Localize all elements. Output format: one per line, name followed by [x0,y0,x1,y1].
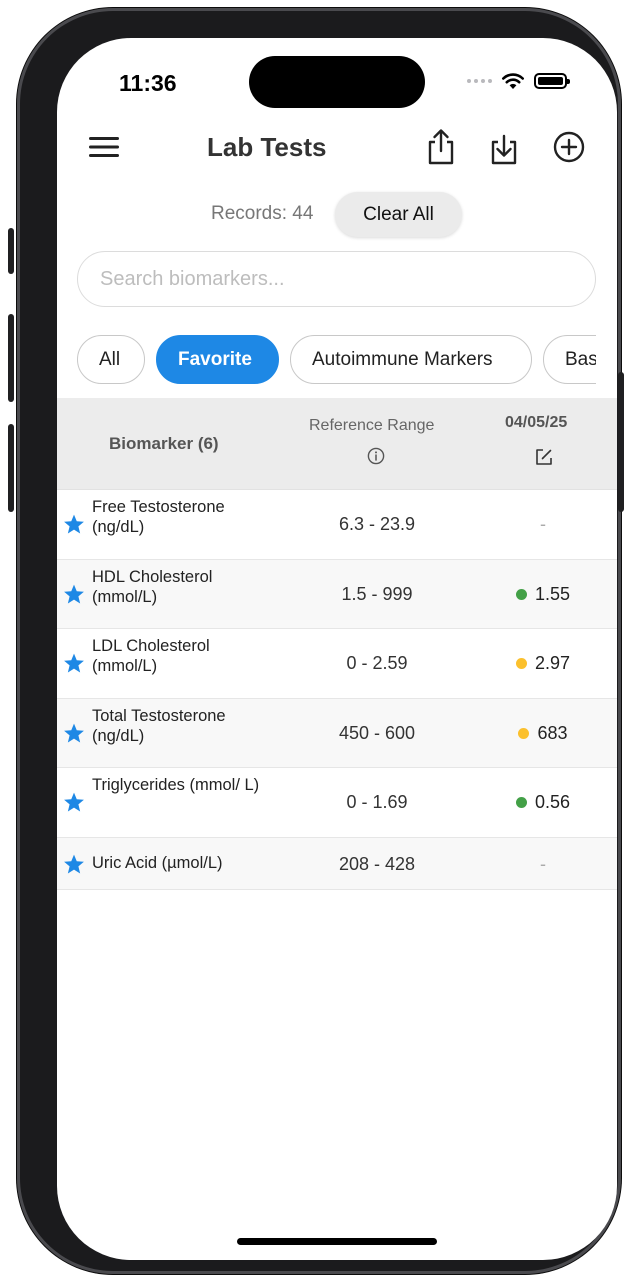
home-indicator [237,1238,437,1245]
table-row[interactable]: LDL Cholesterol (mmol/L) 0 - 2.59 2.97 [57,629,617,699]
result-value[interactable]: - [485,514,601,535]
result-value[interactable]: 0.56 [485,792,601,813]
reference-range: 0 - 2.59 [346,653,408,673]
status-dot-green [515,797,527,808]
filter-chips: All Favorite Autoimmune Markers Bas [77,334,596,386]
result-value[interactable]: 1.55 [485,584,601,605]
nav-bar: Lab Tests [57,120,617,176]
table-header: Biomarker (6) Reference Range 04/05/25 [57,398,617,490]
biomarker-name: Free Testosterone (ng/dL) [92,498,225,536]
star-icon[interactable] [63,583,85,605]
star-icon[interactable] [63,722,85,744]
biomarker-name: LDL Cholesterol (mmol/L) [92,637,210,675]
header-biomarker[interactable]: Biomarker (6) [109,434,219,454]
result-value[interactable]: - [485,854,601,875]
search-input[interactable] [77,251,596,307]
records-row: Records: 44 Clear All [57,190,617,238]
table-row[interactable]: Uric Acid (µmol/L) 208 - 428 - [57,837,617,890]
edit-icon[interactable] [534,447,554,467]
status-time: 11:36 [119,70,177,96]
reference-range: 6.3 - 23.9 [338,514,416,534]
biomarker-name: HDL Cholesterol (mmol/L) [92,567,213,606]
header-reference-range: Reference Range [309,417,435,434]
biomarker-name: Uric Acid (µmol/L) [92,853,223,872]
cellular-signal-icon [467,79,492,83]
download-icon[interactable] [486,128,522,166]
table-row[interactable]: HDL Cholesterol (mmol/L) 1.5 - 999 1.55 [57,559,617,629]
chip-autoimmune-markers[interactable]: Autoimmune Markers [290,335,532,384]
status-icons [467,72,570,90]
status-dot-green [515,588,527,600]
result-text: 1.55 [534,583,571,604]
chip-favorite[interactable]: Favorite [156,335,279,384]
info-icon[interactable] [367,447,385,465]
status-dot-yellow [518,727,530,739]
star-icon[interactable] [63,853,85,875]
action-button [8,228,14,274]
records-count: Records: 44 [211,203,314,224]
reference-range: 1.5 - 999 [341,583,413,604]
table-row[interactable]: Free Testosterone (ng/dL) 6.3 - 23.9 - [57,490,617,560]
biomarker-name: Triglycerides (mmol/ L) [92,776,260,794]
result-text: - [540,514,546,534]
phone-frame: 11:36 Lab Tests Records: 44 Clear All Se… [8,8,624,1274]
star-icon[interactable] [63,513,85,535]
result-text: 0.56 [534,792,571,812]
biomarker-name: Total Testosterone (ng/dL) [92,706,226,745]
biomarker-table: Biomarker (6) Reference Range 04/05/25 F… [57,398,617,890]
share-icon[interactable] [423,128,459,166]
page-title: Lab Tests [207,132,327,162]
star-icon[interactable] [63,791,85,813]
result-text: 683 [537,722,568,743]
chip-all[interactable]: All [77,335,145,384]
header-date[interactable]: 04/05/25 [505,414,567,432]
add-circle-icon[interactable] [551,128,587,166]
result-value[interactable]: 2.97 [485,653,601,674]
status-dot-yellow [515,658,527,669]
reference-range: 450 - 600 [338,722,416,743]
reference-range: 208 - 428 [338,853,416,874]
volume-down-button [8,424,14,512]
table-row[interactable]: Triglycerides (mmol/ L) 0 - 1.69 0.56 [57,768,617,838]
reference-range: 0 - 1.69 [346,792,408,812]
result-text: - [540,853,546,874]
table-row[interactable]: Total Testosterone (ng/dL) 450 - 600 683 [57,698,617,768]
wifi-icon [502,73,524,89]
screen: 11:36 Lab Tests Records: 44 Clear All Se… [57,38,617,1260]
hamburger-menu-icon[interactable] [87,132,121,162]
volume-up-button [8,314,14,402]
power-button [618,372,624,512]
result-value[interactable]: 683 [485,723,601,744]
chip-basic[interactable]: Bas [543,335,596,384]
star-icon[interactable] [63,652,85,674]
dynamic-island [249,56,425,108]
clear-all-button[interactable]: Clear All [335,192,462,237]
result-text: 2.97 [534,653,571,673]
battery-icon [534,73,570,89]
